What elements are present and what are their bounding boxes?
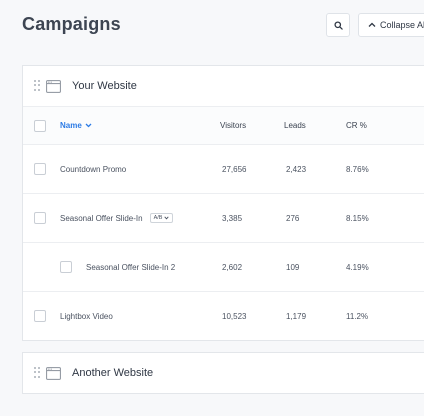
search-icon [333, 20, 343, 30]
drag-handle-icon[interactable] [34, 367, 40, 379]
table-row[interactable]: Seasonal Offer Slide-In 2 2,602 109 4.19… [23, 242, 424, 291]
visitors-value: 3,385 [222, 213, 243, 223]
campaign-name-cell: Seasonal Offer Slide-In A/B [60, 213, 174, 223]
ab-test-label: A/B [153, 215, 163, 221]
cr-value: 8.76% [346, 164, 369, 174]
table-row[interactable]: Seasonal Offer Slide-In A/B 3,385 276 8.… [23, 193, 424, 242]
collapse-all-button[interactable]: Collapse All [358, 13, 424, 37]
column-cr-header[interactable]: CR % [346, 121, 367, 130]
table-row[interactable]: Lightbox Video 10,523 1,179 11.2% [23, 291, 424, 340]
campaign-name[interactable]: Seasonal Offer Slide-In 2 [86, 263, 175, 272]
select-all-checkbox[interactable] [34, 119, 46, 132]
row-checkbox[interactable] [60, 261, 72, 273]
collapse-all-label: Collapse All [380, 20, 424, 30]
campaign-name[interactable]: Lightbox Video [60, 312, 113, 321]
chevron-down-icon [164, 216, 170, 220]
browser-window-icon [46, 366, 61, 380]
search-button[interactable] [326, 13, 350, 37]
visitors-value: 10,523 [222, 311, 247, 321]
leads-value: 276 [286, 213, 300, 223]
website-header[interactable]: Your Website [23, 66, 424, 106]
column-leads-header[interactable]: Leads [284, 121, 306, 130]
website-card: Another Website [22, 352, 424, 394]
visitors-value: 2,602 [222, 262, 243, 272]
row-checkbox[interactable] [34, 163, 46, 175]
row-checkbox[interactable] [34, 310, 46, 322]
page-title: Campaigns [22, 14, 121, 34]
leads-value: 109 [286, 262, 300, 272]
leads-value: 2,423 [286, 164, 307, 174]
table-row[interactable]: Countdown Promo 27,656 2,423 8.76% [23, 144, 424, 193]
visitors-value: 27,656 [222, 164, 247, 174]
campaign-name[interactable]: Seasonal Offer Slide-In [60, 214, 143, 223]
website-name: Your Website [72, 80, 137, 92]
website-card: Your Website Name Visitors Leads CR % Co… [22, 65, 424, 341]
chevron-up-icon [368, 22, 376, 27]
column-name-header[interactable]: Name [60, 121, 92, 130]
campaign-name[interactable]: Countdown Promo [60, 165, 126, 174]
cr-value: 4.19% [346, 262, 369, 272]
website-header[interactable]: Another Website [23, 353, 424, 393]
cr-value: 8.15% [346, 213, 369, 223]
browser-window-icon [46, 79, 61, 93]
chevron-down-icon [85, 123, 92, 128]
leads-value: 1,179 [286, 311, 307, 321]
website-name: Another Website [72, 367, 154, 379]
drag-handle-icon[interactable] [34, 80, 40, 92]
cr-value: 11.2% [346, 311, 369, 321]
column-visitors-header[interactable]: Visitors [220, 121, 246, 130]
table-header: Name Visitors Leads CR % [23, 106, 424, 144]
row-checkbox[interactable] [34, 212, 46, 224]
ab-test-dropdown[interactable]: A/B [149, 213, 174, 223]
